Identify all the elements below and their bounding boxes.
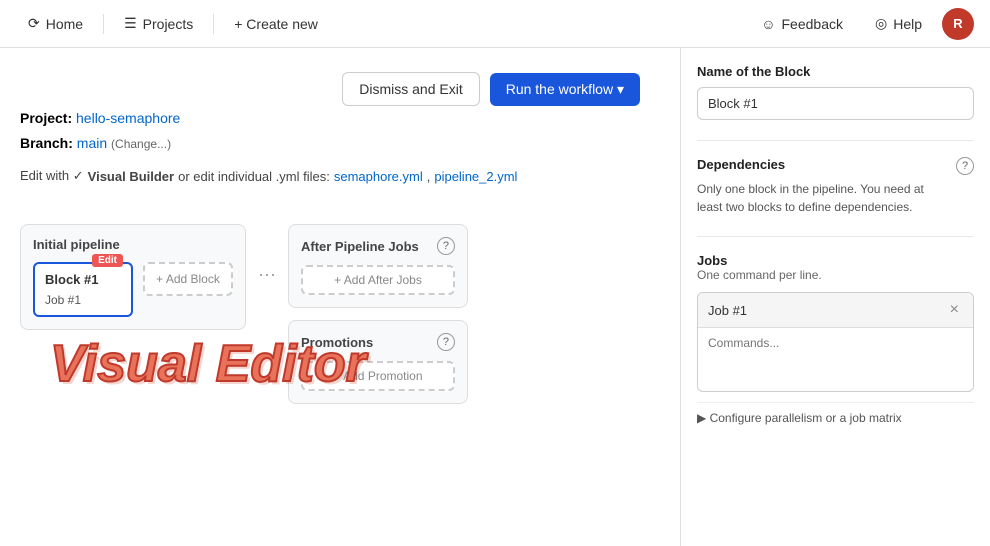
job-card: × <box>697 292 974 392</box>
add-promotion-button[interactable]: + Add Promotion <box>301 361 455 391</box>
pipeline2-yml-link[interactable]: pipeline_2.yml <box>434 169 517 184</box>
block-card[interactable]: Edit Block #1 Job #1 <box>33 262 133 317</box>
after-jobs-header: After Pipeline Jobs ? <box>301 237 455 255</box>
block-name-label: Name of the Block <box>697 64 974 79</box>
help-icon: ◎ <box>875 15 887 32</box>
pipeline-canvas: Initial pipeline Edit Block #1 Job #1 + … <box>20 204 660 424</box>
branch-label: Branch: <box>20 135 73 151</box>
nav-divider-2 <box>213 14 214 34</box>
dependencies-text: Only one block in the pipeline. You need… <box>697 180 937 216</box>
nav-projects[interactable]: ☰ Projects <box>112 9 205 38</box>
initial-pipeline-title: Initial pipeline <box>33 237 233 252</box>
divider-2 <box>697 236 974 237</box>
job-name-input[interactable] <box>708 303 946 318</box>
after-jobs-title: After Pipeline Jobs <box>301 239 419 254</box>
configure-label: ▶ Configure parallelism or a job matrix <box>697 411 902 425</box>
dependencies-section: Dependencies ? Only one block in the pip… <box>697 157 974 216</box>
left-panel: Dismiss and Exit Run the workflow ▾ Proj… <box>0 48 680 546</box>
edit-badge: Edit <box>92 254 123 267</box>
job-close-button[interactable]: × <box>946 301 963 319</box>
promotions-help-icon[interactable]: ? <box>437 333 455 351</box>
nav-home-label: Home <box>46 16 83 32</box>
add-block-button[interactable]: + Add Block <box>143 262 233 296</box>
project-link[interactable]: hello-semaphore <box>76 110 180 126</box>
promotions-section: Promotions ? + Add Promotion <box>288 320 468 404</box>
commands-textarea[interactable] <box>698 328 973 388</box>
navbar: ⟳ Home ☰ Projects + Create new ☺ Feedbac… <box>0 0 990 48</box>
after-jobs-section: After Pipeline Jobs ? + Add After Jobs <box>288 224 468 308</box>
block-name-section: Name of the Block <box>697 64 974 120</box>
jobs-sublabel: One command per line. <box>697 268 974 282</box>
block-name-input[interactable] <box>697 87 974 120</box>
promotions-header: Promotions ? <box>301 333 455 351</box>
project-info: Project: hello-semaphore Branch: main (C… <box>20 106 660 156</box>
edit-bar: Edit with ✓ Visual Builder or edit indiv… <box>20 168 660 184</box>
nav-right: ☺ Feedback ◎ Help R <box>749 8 974 40</box>
branch-link[interactable]: main <box>77 135 107 151</box>
nav-divider-1 <box>103 14 104 34</box>
right-pipeline: After Pipeline Jobs ? + Add After Jobs P… <box>288 224 468 404</box>
semaphore-yml-link[interactable]: semaphore.yml <box>334 169 423 184</box>
run-workflow-button[interactable]: Run the workflow ▾ <box>490 73 640 106</box>
action-bar: Dismiss and Exit Run the workflow ▾ <box>20 64 660 106</box>
configure-parallelism-link[interactable]: ▶ Configure parallelism or a job matrix <box>697 402 974 433</box>
projects-icon: ☰ <box>124 15 137 32</box>
home-icon: ⟳ <box>28 15 40 32</box>
job-card-header: × <box>698 293 973 328</box>
project-label: Project: <box>20 110 72 126</box>
block-job: Job #1 <box>45 293 121 307</box>
dependencies-label: Dependencies <box>697 157 785 172</box>
divider-1 <box>697 140 974 141</box>
feedback-icon: ☺ <box>761 16 775 32</box>
dependencies-help-icon[interactable]: ? <box>956 157 974 175</box>
jobs-label: Jobs <box>697 253 974 268</box>
nav-projects-label: Projects <box>143 16 194 32</box>
promotions-title: Promotions <box>301 335 373 350</box>
after-jobs-help-icon[interactable]: ? <box>437 237 455 255</box>
pipeline-connector: ··· <box>258 264 276 285</box>
add-after-jobs-button[interactable]: + Add After Jobs <box>301 265 455 295</box>
help-button[interactable]: ◎ Help <box>863 9 934 38</box>
dismiss-button[interactable]: Dismiss and Exit <box>342 72 479 106</box>
initial-pipeline-section: Initial pipeline Edit Block #1 Job #1 + … <box>20 224 246 330</box>
change-link[interactable]: (Change...) <box>111 137 171 151</box>
nav-create-label: + Create new <box>234 16 318 32</box>
nav-create[interactable]: + Create new <box>222 10 330 38</box>
block-name: Block #1 <box>45 272 121 287</box>
jobs-section: Jobs One command per line. × ▶ Configure… <box>697 253 974 433</box>
feedback-button[interactable]: ☺ Feedback <box>749 10 855 38</box>
content-area: Dismiss and Exit Run the workflow ▾ Proj… <box>0 48 990 546</box>
avatar[interactable]: R <box>942 8 974 40</box>
nav-home[interactable]: ⟳ Home <box>16 9 95 38</box>
right-panel: Name of the Block Dependencies ? Only on… <box>680 48 990 546</box>
